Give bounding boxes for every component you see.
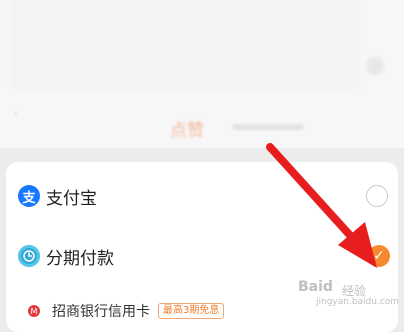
order-summary-card: · 点赞	[0, 0, 404, 148]
bank-card-label: 招商银行信用卡	[52, 304, 150, 320]
blurred-dot-icon	[366, 57, 384, 75]
payment-option-label: 支付宝	[46, 188, 97, 209]
baidu-jingyan-watermark: Baid 经验 jingyan.baidu.com	[298, 278, 400, 312]
blurred-info-line	[232, 124, 304, 130]
promo-badge: 最高3期免息	[158, 303, 225, 319]
payment-option-installment[interactable]: 分期付款 ✓	[6, 236, 398, 276]
blurred-product-panel	[10, 0, 360, 92]
blurred-side-text: ·	[14, 107, 18, 120]
radio-unselected[interactable]	[366, 185, 388, 207]
bank-card-option[interactable]: M 招商银行信用卡 最高3期免息	[28, 301, 225, 321]
watermark-brand: Baid	[298, 279, 333, 295]
installment-icon	[18, 245, 40, 267]
watermark-url: jingyan.baidu.com	[316, 297, 400, 307]
blurred-amount: 点赞	[170, 121, 204, 141]
payment-option-alipay[interactable]: 支 支付宝	[6, 176, 398, 216]
cmb-bank-icon: M	[28, 305, 40, 317]
alipay-icon: 支	[18, 185, 40, 207]
payment-option-label: 分期付款	[46, 248, 114, 269]
radio-checked-icon[interactable]: ✓	[368, 245, 390, 267]
